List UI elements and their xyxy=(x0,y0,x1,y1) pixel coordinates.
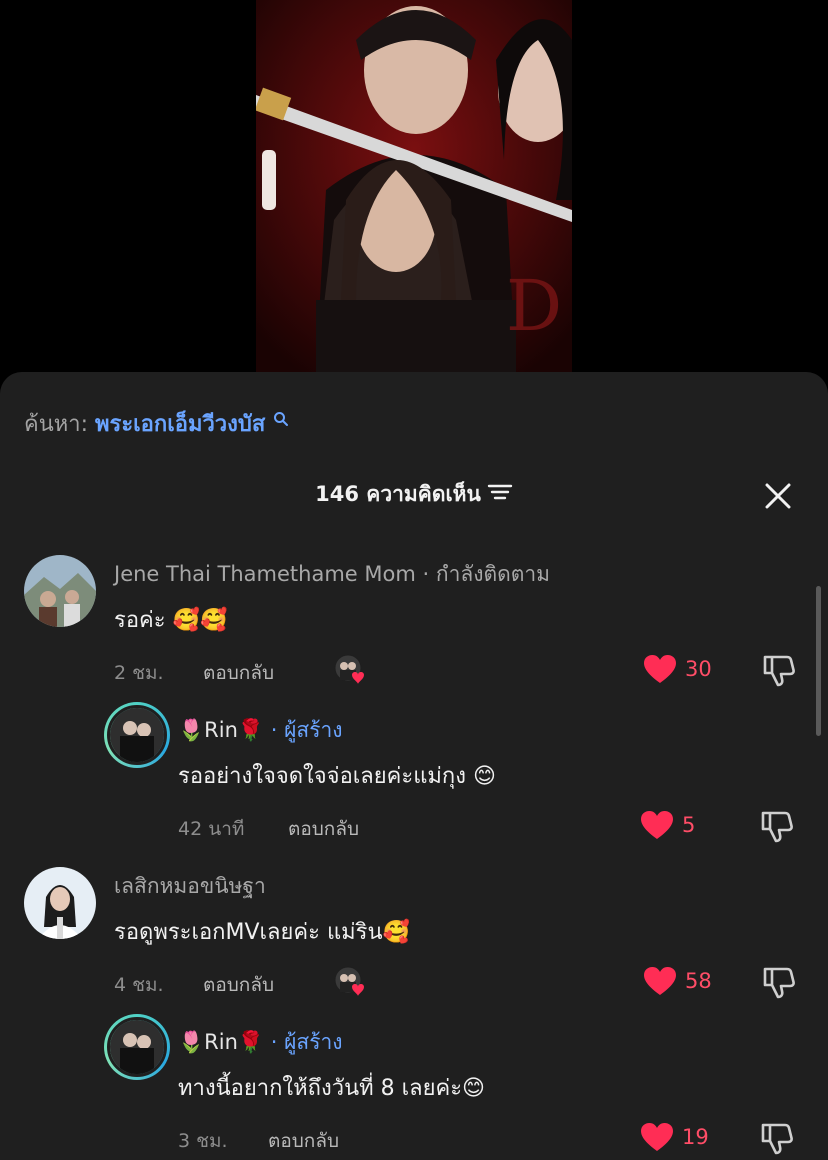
search-prefix: ค้นหา: xyxy=(24,412,89,437)
creator-badge: · ผู้สร้าง xyxy=(270,1030,343,1054)
reply-text: รออย่างใจจดใจจ่อเลยค่ะแม่กุง 😊 xyxy=(178,764,496,789)
heart-icon xyxy=(641,811,673,839)
comment-text: รอดูพระเอกMVเลยค่ะ แม่ริน🥰 xyxy=(114,920,410,945)
avatar[interactable] xyxy=(24,555,96,627)
reply-text: ทางนี้อยากให้ถึงวันที่ 8 เลยค่ะ😊 xyxy=(178,1076,485,1101)
reply-button[interactable]: ตอบกลับ xyxy=(203,970,274,1000)
thumbs-down-icon xyxy=(763,967,795,999)
like-button[interactable]: 19 xyxy=(640,1122,709,1152)
like-button[interactable]: 5 xyxy=(640,810,695,840)
like-count: 19 xyxy=(682,1125,709,1149)
dislike-button[interactable] xyxy=(760,809,794,843)
search-term-link[interactable]: พระเอกเอ็มวีวงบัส xyxy=(95,412,265,437)
thumbs-down-icon xyxy=(761,1123,793,1155)
creator-liked-icon xyxy=(334,654,364,684)
avatar-ring[interactable] xyxy=(104,702,170,768)
comments-sheet: ค้นหา: พระเอกเอ็มวีวงบัส 146 ความคิดเห็น xyxy=(0,372,828,1160)
dislike-button[interactable] xyxy=(762,653,796,687)
like-count: 58 xyxy=(685,969,712,993)
comment-time: 4 ชม. xyxy=(114,974,164,996)
creator-badge: · ผู้สร้าง xyxy=(270,718,343,742)
reply-time: 3 ชม. xyxy=(178,1130,228,1152)
dislike-button[interactable] xyxy=(762,965,796,999)
comment-count: 146 ความคิดเห็น xyxy=(315,482,481,506)
heart-icon xyxy=(644,967,676,995)
like-button[interactable]: 30 xyxy=(643,654,712,684)
search-icon xyxy=(273,408,289,433)
comment-author-line: Jene Thai Thamethame Mom · กำลังติดตาม xyxy=(114,558,550,591)
reply-author[interactable]: 🌷Rin🌹 xyxy=(178,1030,264,1054)
follow-status: · กำลังติดตาม xyxy=(422,562,551,586)
thumbs-down-icon xyxy=(763,655,795,687)
reply-author-line: 🌷Rin🌹 · ผู้สร้าง xyxy=(178,714,343,747)
comment-author-line: เลสิกหมอขนิษฐา xyxy=(114,870,266,903)
sort-icon[interactable] xyxy=(487,481,513,508)
svg-text:D: D xyxy=(506,265,562,347)
close-icon xyxy=(765,483,791,509)
like-count: 5 xyxy=(682,813,696,837)
reply-button[interactable]: ตอบกลับ xyxy=(203,658,274,688)
video-thumbnail: D xyxy=(256,0,572,372)
reply-button[interactable]: ตอบกลับ xyxy=(268,1126,339,1156)
comment-author[interactable]: เลสิกหมอขนิษฐา xyxy=(114,874,266,898)
avatar-ring[interactable] xyxy=(104,1014,170,1080)
avatar[interactable] xyxy=(24,867,96,939)
reply-author-line: 🌷Rin🌹 · ผู้สร้าง xyxy=(178,1026,343,1059)
close-button[interactable] xyxy=(764,482,792,510)
avatar xyxy=(107,1017,167,1077)
comment-time: 2 ชม. xyxy=(114,662,164,684)
reply-button[interactable]: ตอบกลับ xyxy=(288,814,359,844)
comment-author[interactable]: Jene Thai Thamethame Mom xyxy=(114,562,416,586)
like-count: 30 xyxy=(685,657,712,681)
scrollbar[interactable] xyxy=(816,586,821,736)
reply-time: 42 นาที xyxy=(178,818,245,840)
search-suggestion[interactable]: ค้นหา: พระเอกเอ็มวีวงบัส xyxy=(24,406,289,441)
comment-text: รอค่ะ 🥰🥰 xyxy=(114,608,228,633)
dislike-button[interactable] xyxy=(760,1121,794,1155)
heart-icon xyxy=(641,1123,673,1151)
heart-icon xyxy=(644,655,676,683)
thumbs-down-icon xyxy=(761,811,793,843)
like-button[interactable]: 58 xyxy=(643,966,712,996)
video-player[interactable]: D xyxy=(256,0,572,372)
comments-header: 146 ความคิดเห็น xyxy=(0,478,828,518)
avatar xyxy=(107,705,167,765)
creator-liked-icon xyxy=(334,966,364,996)
reply-author[interactable]: 🌷Rin🌹 xyxy=(178,718,264,742)
